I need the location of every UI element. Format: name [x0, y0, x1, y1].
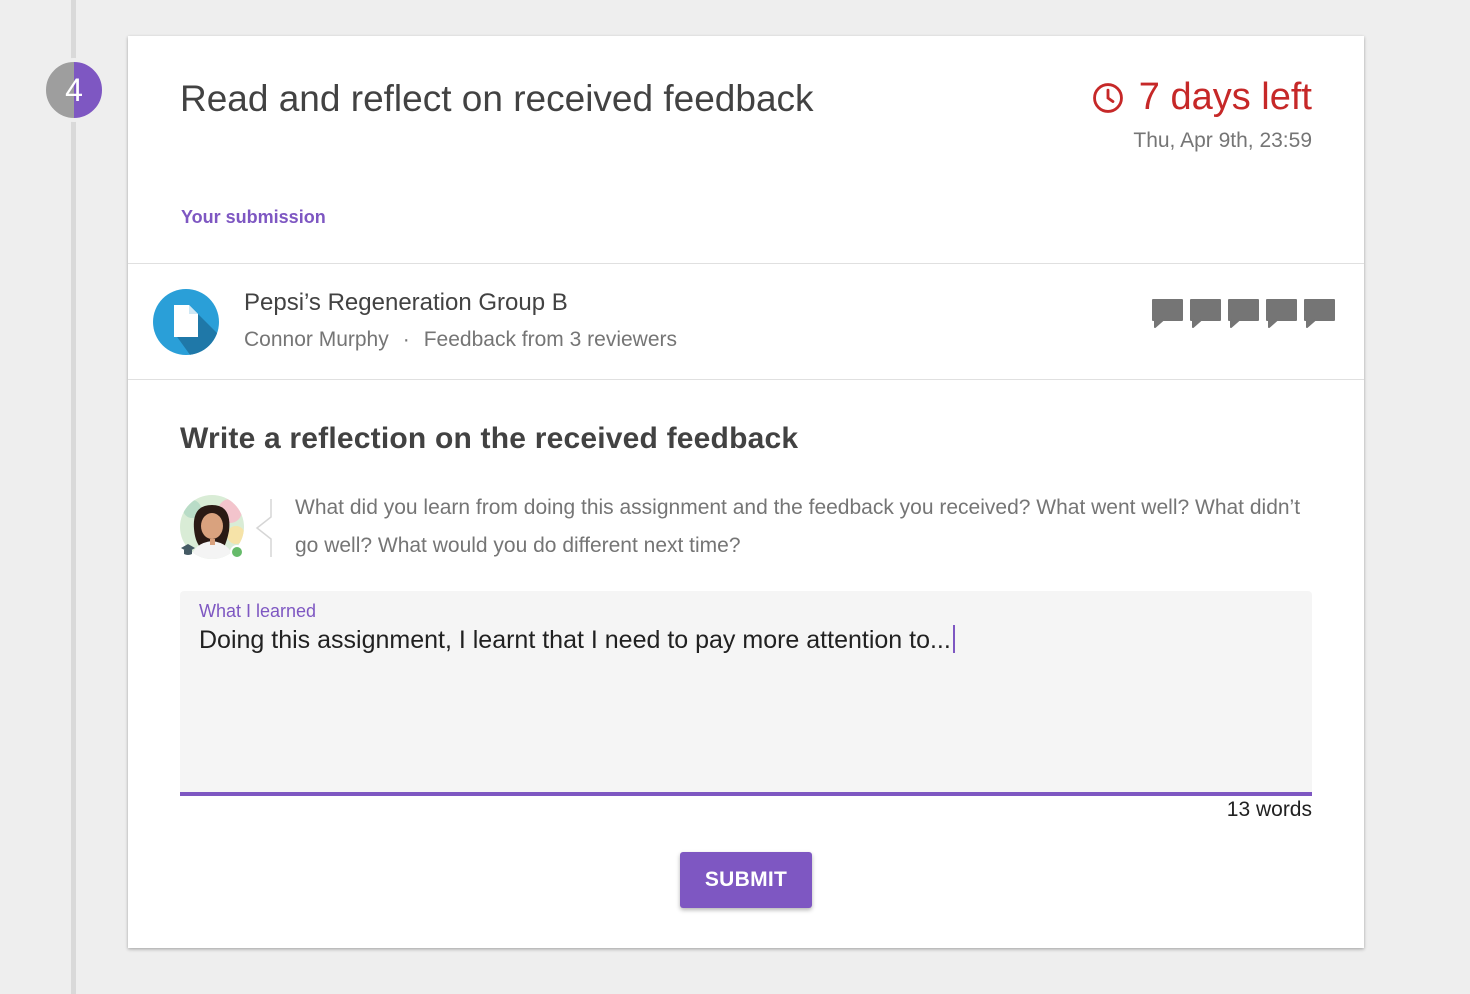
field-label: What I learned — [199, 601, 317, 621]
feedback-count: Feedback from 3 reviewers — [423, 328, 677, 351]
reflection-textarea[interactable]: What I learned Doing this assignment, I … — [180, 591, 1312, 796]
comment-icon[interactable] — [1265, 298, 1298, 328]
comment-icon[interactable] — [1227, 298, 1260, 328]
step-number-badge: 4 — [42, 58, 106, 122]
submission-author: Connor Murphy — [244, 328, 389, 351]
speech-caret-icon — [255, 499, 272, 557]
reflection-heading: Write a reflection on the received feedb… — [180, 422, 799, 455]
comment-icon[interactable] — [1189, 298, 1222, 328]
reflection-prompt: What did you learn from doing this assig… — [295, 496, 1301, 557]
word-count: 13 words — [1226, 798, 1312, 821]
field-value[interactable]: Doing this assignment, I learnt that I n… — [199, 625, 955, 655]
deadline-date: Thu, Apr 9th, 23:59 — [1133, 129, 1312, 152]
text-cursor — [952, 625, 955, 653]
your-submission-label: Your submission — [181, 207, 326, 227]
step-title: Read and reflect on received feedback — [180, 78, 814, 119]
comment-icon[interactable] — [1303, 298, 1336, 328]
teacher-avatar — [180, 495, 244, 559]
divider — [128, 379, 1364, 380]
comment-icon[interactable] — [1151, 298, 1184, 328]
timeline-line — [71, 0, 76, 994]
submission-meta: Connor Murphy · Feedback from 3 reviewers — [244, 328, 677, 352]
online-status-dot — [230, 545, 244, 559]
feedback-comments[interactable] — [1151, 298, 1336, 328]
deadline: 7 days left Thu, Apr 9th, 23:59 — [1091, 76, 1312, 153]
step-number: 4 — [65, 71, 83, 108]
days-left: 7 days left — [1138, 76, 1312, 118]
clock-icon — [1092, 82, 1123, 113]
submission-row[interactable]: Pepsi’s Regeneration Group B Connor Murp… — [128, 264, 1364, 379]
meta-separator: · — [402, 328, 410, 351]
submit-button[interactable]: SUBMIT — [680, 852, 812, 908]
document-icon — [153, 289, 219, 355]
assignment-step-card: Read and reflect on received feedback 7 … — [128, 36, 1364, 948]
submission-title[interactable]: Pepsi’s Regeneration Group B — [244, 289, 568, 317]
